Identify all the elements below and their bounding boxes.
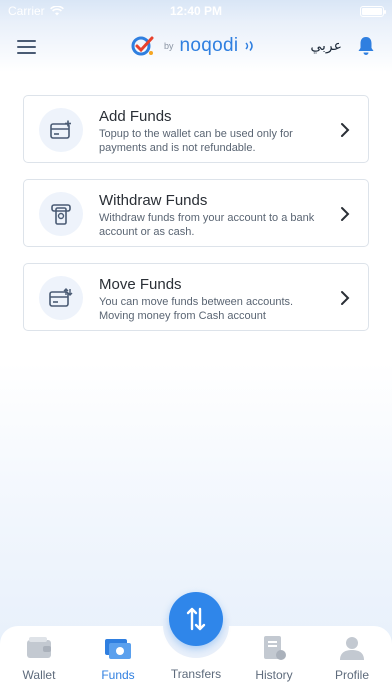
tab-history[interactable]: History bbox=[239, 634, 309, 682]
history-icon bbox=[264, 636, 286, 660]
profile-icon bbox=[340, 637, 364, 660]
wallet-icon bbox=[27, 637, 51, 658]
add-funds-title: Add Funds bbox=[99, 108, 172, 125]
add-funds-icon bbox=[39, 108, 83, 152]
language-toggle-button[interactable]: عربي bbox=[310, 38, 342, 54]
move-funds-text: Move Funds You can move funds between ac… bbox=[99, 276, 329, 323]
hamburger-menu-icon[interactable] bbox=[17, 40, 36, 54]
tab-profile[interactable]: Profile bbox=[317, 634, 387, 682]
tab-transfers-label[interactable]: Transfers bbox=[160, 667, 232, 681]
move-funds-title: Move Funds bbox=[99, 276, 182, 293]
chevron-right-icon bbox=[341, 207, 350, 221]
add-funds-description: Topup to the wallet can be used only for… bbox=[99, 128, 293, 154]
tab-funds[interactable]: Funds bbox=[83, 634, 153, 682]
funds-icon bbox=[105, 639, 131, 659]
battery-fill bbox=[362, 7, 382, 15]
withdraw-funds-text: Withdraw Funds Withdraw funds from your … bbox=[99, 192, 329, 239]
carrier-label: Carrier bbox=[8, 4, 45, 18]
status-bar: Carrier 12:40 PM bbox=[0, 0, 392, 22]
status-left: Carrier bbox=[8, 4, 64, 18]
logo-by-label: by bbox=[164, 41, 174, 51]
tab-funds-label: Funds bbox=[101, 668, 135, 682]
battery-icon bbox=[360, 5, 386, 17]
withdraw-funds-icon bbox=[39, 192, 83, 236]
status-time: 12:40 PM bbox=[169, 4, 223, 18]
transfers-icon bbox=[186, 607, 206, 631]
add-funds-text: Add Funds Topup to the wallet can be use… bbox=[99, 108, 329, 155]
transfers-fab-button[interactable] bbox=[169, 592, 223, 646]
move-funds-icon bbox=[39, 276, 83, 320]
tab-profile-label: Profile bbox=[334, 668, 369, 682]
logo-mark-icon bbox=[131, 36, 154, 56]
withdraw-funds-card[interactable]: Withdraw Funds Withdraw funds from your … bbox=[23, 179, 369, 247]
contactless-waves-icon bbox=[245, 41, 254, 51]
funds-options-list: Add Funds Topup to the wallet can be use… bbox=[23, 95, 369, 347]
tab-wallet-label: Wallet bbox=[22, 668, 56, 682]
move-funds-description: You can move funds between accounts. Mov… bbox=[99, 296, 294, 322]
logo-name: noqodi bbox=[179, 35, 239, 56]
tab-wallet[interactable]: Wallet bbox=[4, 634, 74, 682]
move-funds-card[interactable]: Move Funds You can move funds between ac… bbox=[23, 263, 369, 331]
chevron-right-icon bbox=[341, 291, 350, 305]
app-logo: by noqodi bbox=[130, 34, 256, 58]
withdraw-funds-description: Withdraw funds from your account to a ba… bbox=[99, 212, 315, 238]
chevron-right-icon bbox=[341, 123, 350, 137]
add-funds-card[interactable]: Add Funds Topup to the wallet can be use… bbox=[23, 95, 369, 163]
wifi-icon bbox=[49, 6, 64, 16]
tab-history-label: History bbox=[255, 668, 293, 682]
withdraw-funds-title: Withdraw Funds bbox=[99, 192, 208, 209]
notification-bell-icon[interactable] bbox=[357, 36, 375, 56]
app-header: by noqodi عربي bbox=[0, 22, 392, 72]
